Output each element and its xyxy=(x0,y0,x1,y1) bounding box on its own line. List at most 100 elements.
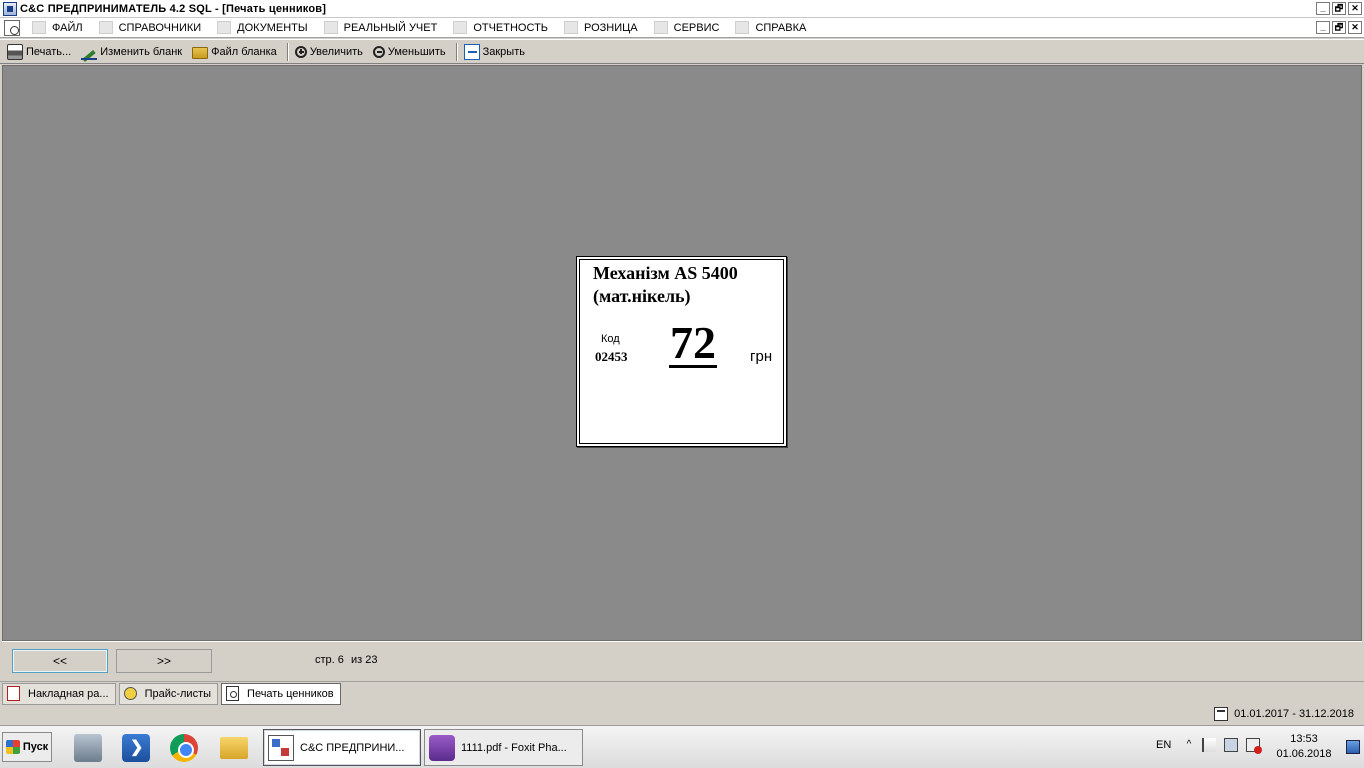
current-page: стр. 6 xyxy=(315,654,344,666)
print-label: Печать... xyxy=(26,45,72,58)
clock-time: 13:53 xyxy=(1290,733,1318,745)
page-indicator: стр. 6 из 23 xyxy=(315,654,381,666)
home-icon xyxy=(98,21,113,34)
menu-service-label: СЕРВИС xyxy=(673,21,720,34)
child-close-button[interactable]: ✕ xyxy=(1348,21,1362,34)
menu-reports[interactable]: ОТЧЕТНОСТЬ xyxy=(447,18,558,38)
task-cc-app[interactable]: C&C ПРЕДПРИНИ... xyxy=(263,729,421,766)
volume-muted-icon[interactable] xyxy=(1246,738,1262,754)
window-title: C&C ПРЕДПРИНИМАТЕЛЬ 4.2 SQL - [Печать це… xyxy=(20,2,327,15)
print-button[interactable]: Печать... xyxy=(4,41,78,63)
menu-help[interactable]: СПРАВКА xyxy=(729,18,816,38)
print-tags-icon xyxy=(226,686,240,701)
zoom-in-button[interactable]: Увеличить xyxy=(292,41,370,63)
window-controls: _ 🗗 ✕ xyxy=(1316,2,1362,15)
menu-retail[interactable]: РОЗНИЦА xyxy=(558,18,648,38)
ledger-icon xyxy=(323,21,338,34)
child-minimize-button[interactable]: _ xyxy=(1316,21,1330,34)
total-pages: из 23 xyxy=(350,654,378,666)
menu-references[interactable]: СПРАВОЧНИКИ xyxy=(93,18,212,38)
status-bar: 01.01.2017 - 31.12.2018 xyxy=(0,705,1364,725)
menu-references-label: СПРАВОЧНИКИ xyxy=(118,21,202,34)
tab-price-lists-label: Прайс-листы xyxy=(144,687,212,700)
close-preview-button[interactable]: Закрыть xyxy=(461,41,532,63)
help-icon xyxy=(735,21,750,34)
clock[interactable]: 13:53 01.06.2018 xyxy=(1274,732,1334,762)
start-label: Пуск xyxy=(22,741,49,753)
tab-invoice[interactable]: Накладная ра... xyxy=(2,682,116,705)
zoom-in-label: Увеличить xyxy=(309,45,363,58)
zoom-out-icon xyxy=(372,45,385,58)
menu-documents-label: ДОКУМЕНТЫ xyxy=(237,21,308,34)
currency-label: грн xyxy=(750,348,773,365)
price-tag: Механізм AS 5400 (мат.нікель) Код 02453 … xyxy=(576,256,787,447)
show-desktop-icon[interactable] xyxy=(1346,740,1360,754)
calendar-icon xyxy=(1214,707,1229,721)
zoom-out-button[interactable]: Уменьшить xyxy=(370,41,453,63)
pinned-explorer[interactable] xyxy=(216,730,252,766)
chevron-up-icon[interactable]: ^ xyxy=(1184,738,1194,752)
windows-logo-icon xyxy=(5,740,20,754)
network-icon[interactable] xyxy=(1224,738,1238,752)
menu-service[interactable]: СЕРВИС xyxy=(648,18,730,38)
system-tray: ^ xyxy=(1184,738,1262,754)
next-page-button[interactable]: >> xyxy=(116,649,212,673)
tab-print-tags[interactable]: Печать ценников xyxy=(221,682,341,705)
pinned-powershell[interactable] xyxy=(118,730,154,766)
menu-reports-label: ОТЧЕТНОСТЬ xyxy=(473,21,549,34)
zoom-out-label: Уменьшить xyxy=(387,45,446,58)
exit-icon xyxy=(463,43,480,60)
pinned-server-manager[interactable] xyxy=(70,730,106,766)
restore-button[interactable]: 🗗 xyxy=(1332,2,1346,15)
tab-price-lists[interactable]: Прайс-листы xyxy=(118,682,219,705)
menu-retail-label: РОЗНИЦА xyxy=(584,21,638,34)
code-value: 02453 xyxy=(595,349,628,364)
period-text: 01.01.2017 - 31.12.2018 xyxy=(1234,708,1354,720)
minimize-button[interactable]: _ xyxy=(1316,2,1330,15)
toolbar-separator xyxy=(286,42,289,61)
menu-documents[interactable]: ДОКУМЕНТЫ xyxy=(211,18,317,38)
clock-date: 01.06.2018 xyxy=(1276,748,1332,760)
tab-print-tags-label: Печать ценников xyxy=(247,687,334,700)
cc-app-icon xyxy=(268,734,294,761)
powershell-icon xyxy=(122,734,150,762)
form-file-button[interactable]: Файл бланка xyxy=(189,41,284,63)
menu-real-accounting[interactable]: РЕАЛЬНЫЙ УЧЕТ xyxy=(318,18,448,38)
zoom-in-icon xyxy=(294,45,307,58)
period-indicator[interactable]: 01.01.2017 - 31.12.2018 xyxy=(1214,707,1354,721)
edit-form-icon xyxy=(81,44,98,60)
document-icon xyxy=(217,21,232,34)
toolbar-separator xyxy=(455,42,458,61)
taskbar: Пуск C&C ПРЕДПРИНИ... 1111.pdf - Foxit P… xyxy=(0,725,1364,768)
menu-file-label: ФАЙЛ xyxy=(52,21,83,34)
prev-page-button[interactable]: << xyxy=(12,649,108,673)
product-name: Механізм AS 5400 (мат.нікель) xyxy=(593,263,738,306)
menu-file[interactable]: ФАЙЛ xyxy=(26,18,93,38)
price-value: 72 xyxy=(669,317,717,368)
server-manager-icon xyxy=(74,734,102,762)
close-button[interactable]: ✕ xyxy=(1348,2,1362,15)
app-icon[interactable] xyxy=(3,1,17,16)
code-label: Код xyxy=(601,333,620,345)
invoice-icon xyxy=(7,686,20,701)
action-center-flag-icon[interactable] xyxy=(1202,738,1216,752)
window-tabs: Накладная ра... Прайс-листы Печать ценни… xyxy=(0,681,1364,705)
start-button[interactable]: Пуск xyxy=(2,732,52,762)
chrome-icon xyxy=(170,734,198,762)
edit-form-button[interactable]: Изменить бланк xyxy=(78,41,189,63)
close-preview-label: Закрыть xyxy=(482,45,525,58)
tab-invoice-label: Накладная ра... xyxy=(28,687,109,700)
toolbar: Печать... Изменить бланк Файл бланка Уве… xyxy=(0,39,1364,64)
document-preview-icon[interactable] xyxy=(4,19,20,36)
task-foxit[interactable]: 1111.pdf - Foxit Pha... xyxy=(424,729,583,766)
form-file-label: Файл бланка xyxy=(211,45,277,58)
menu-bar: ФАЙЛ СПРАВОЧНИКИ ДОКУМЕНТЫ РЕАЛЬНЫЙ УЧЕТ… xyxy=(0,18,1364,38)
language-indicator[interactable]: EN xyxy=(1156,739,1171,751)
child-restore-button[interactable]: 🗗 xyxy=(1332,21,1346,34)
edit-form-label: Изменить бланк xyxy=(100,45,183,58)
report-icon xyxy=(453,21,468,34)
pager-bar: << >> стр. 6 из 23 xyxy=(2,641,1362,680)
file-icon xyxy=(32,21,46,34)
open-folder-icon xyxy=(192,46,209,59)
pinned-chrome[interactable] xyxy=(166,730,202,766)
